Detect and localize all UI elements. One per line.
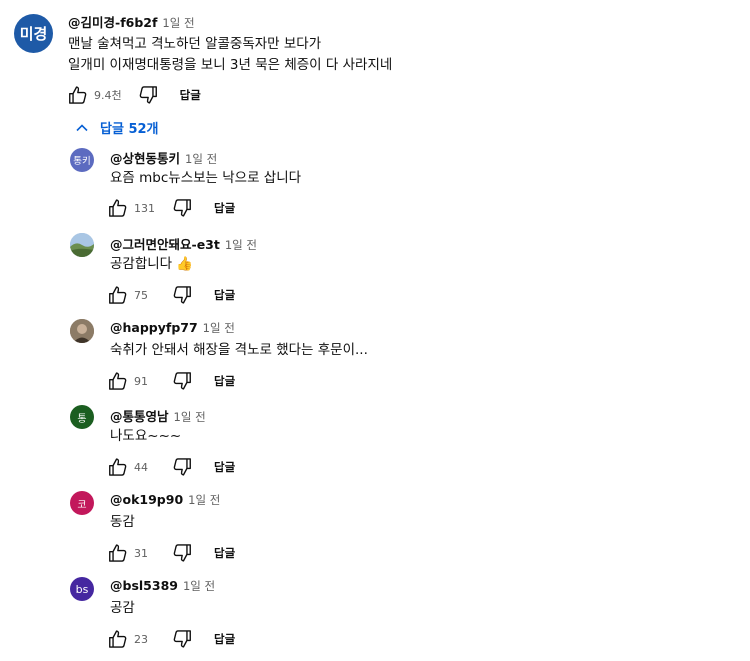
replies-toggle-button[interactable]: 답글 52개 xyxy=(74,118,159,137)
dislike-button[interactable] xyxy=(136,83,160,107)
avatar-initials: 미경 xyxy=(19,25,48,43)
thumb-up-icon xyxy=(107,197,129,219)
avatar-initials: 코 xyxy=(77,499,87,511)
thumb-down-icon xyxy=(137,84,159,106)
reply-button[interactable]: 답글 xyxy=(214,287,235,303)
reply-actions: 44 답글 xyxy=(106,455,235,479)
like-button[interactable] xyxy=(106,196,130,220)
reply-text: 공감 xyxy=(110,600,135,616)
reply-text: 숙취가 안돼서 해장을 격노로 했다는 후문이... xyxy=(110,342,368,358)
thumb-down-icon xyxy=(171,370,193,392)
like-button[interactable] xyxy=(106,627,130,651)
reply-text: 공감합니다 👍 xyxy=(110,256,194,272)
reply-author[interactable]: @통통영남 1일 전 xyxy=(110,406,206,425)
dislike-button[interactable] xyxy=(170,541,194,565)
reply-button[interactable]: 답글 xyxy=(214,200,235,216)
like-count: 23 xyxy=(134,632,148,646)
dislike-button[interactable] xyxy=(170,283,194,307)
avatar[interactable]: 미경 xyxy=(14,14,53,53)
avatar[interactable] xyxy=(70,319,94,343)
like-count: 91 xyxy=(134,374,148,388)
like-count: 44 xyxy=(134,460,148,474)
avatar-initials: bs xyxy=(75,582,89,596)
thumb-down-icon xyxy=(171,542,193,564)
author-handle[interactable]: @그러면안돼요-e3t xyxy=(110,237,220,252)
like-count: 75 xyxy=(134,288,148,302)
reply-actions: 91 답글 xyxy=(106,369,235,393)
reply-time[interactable]: 1일 전 xyxy=(174,410,206,424)
comment-actions: 9.4천 답글 xyxy=(66,83,201,107)
reply-time[interactable]: 1일 전 xyxy=(225,238,257,252)
reply-time[interactable]: 1일 전 xyxy=(203,321,235,335)
comment-text-line: 일개미 이재명대통령을 보니 3년 묵은 체증이 다 사라지네 xyxy=(68,57,393,73)
author-handle[interactable]: @통통영남 xyxy=(110,409,169,424)
reply-author[interactable]: @그러면안돼요-e3t 1일 전 xyxy=(110,234,257,253)
reply-button[interactable]: 답글 xyxy=(214,373,235,389)
author-handle[interactable]: @ok19p90 xyxy=(110,492,183,507)
thumb-up-icon xyxy=(67,84,89,106)
author-handle[interactable]: @happyfp77 xyxy=(110,320,198,335)
avatar[interactable]: 코 xyxy=(70,491,94,515)
reply-button[interactable]: 답글 xyxy=(214,545,235,561)
like-button[interactable] xyxy=(106,369,130,393)
like-count: 9.4천 xyxy=(94,89,122,102)
landscape-photo-avatar xyxy=(70,233,94,257)
replies-toggle-label: 답글 52개 xyxy=(100,122,159,137)
thumb-up-icon xyxy=(107,284,129,306)
reply-button[interactable]: 답글 xyxy=(214,631,235,647)
thumb-down-icon xyxy=(171,284,193,306)
dislike-button[interactable] xyxy=(170,627,194,651)
comment-text-line: 맨날 술쳐먹고 격노하던 알콜중독자만 보다가 xyxy=(68,36,322,52)
reply-author[interactable]: @상현동통키 1일 전 xyxy=(110,148,217,167)
like-button[interactable] xyxy=(106,283,130,307)
reply-author[interactable]: @happyfp77 1일 전 xyxy=(110,320,235,336)
like-count: 31 xyxy=(134,546,148,560)
thumb-up-icon xyxy=(107,628,129,650)
reply-actions: 31 답글 xyxy=(106,541,235,565)
reply-button[interactable]: 답글 xyxy=(214,459,235,475)
reply-text: 동감 xyxy=(110,514,135,530)
portrait-photo-avatar xyxy=(70,319,94,343)
avatar-initials: 통 xyxy=(77,413,87,425)
avatar[interactable]: 통키 xyxy=(70,148,94,172)
dislike-button[interactable] xyxy=(170,196,194,220)
thumb-up-icon xyxy=(107,456,129,478)
thumb-up-icon xyxy=(107,542,129,564)
reply-time[interactable]: 1일 전 xyxy=(183,579,215,593)
comment-author[interactable]: @김미경-f6b2f 1일 전 xyxy=(68,12,195,31)
thumb-up-icon xyxy=(107,370,129,392)
thumb-down-icon xyxy=(171,456,193,478)
reply-author[interactable]: @ok19p90 1일 전 xyxy=(110,492,220,508)
reply-text: 나도요~~~ xyxy=(110,428,182,444)
reply-time[interactable]: 1일 전 xyxy=(185,152,217,166)
avatar-initials: 통키 xyxy=(73,156,91,167)
reply-actions: 131 답글 xyxy=(106,196,235,220)
like-button[interactable] xyxy=(106,455,130,479)
thumb-down-icon xyxy=(171,628,193,650)
dislike-button[interactable] xyxy=(170,369,194,393)
comment-text: 맨날 술쳐먹고 격노하던 알콜중독자만 보다가 일개미 이재명대통령을 보니 3… xyxy=(68,34,392,76)
comment-time[interactable]: 1일 전 xyxy=(162,16,194,30)
avatar[interactable]: bs xyxy=(70,577,94,601)
thumb-down-icon xyxy=(171,197,193,219)
author-handle[interactable]: @김미경-f6b2f xyxy=(68,15,157,30)
reply-button[interactable]: 답글 xyxy=(180,87,201,103)
dislike-button[interactable] xyxy=(170,455,194,479)
chevron-up-icon xyxy=(76,123,88,131)
reply-actions: 23 답글 xyxy=(106,627,235,651)
reply-text: 요즘 mbc뉴스보는 낙으로 삽니다 xyxy=(110,170,302,186)
like-count: 131 xyxy=(134,201,155,215)
author-handle[interactable]: @상현동통키 xyxy=(110,151,180,166)
reply-time[interactable]: 1일 전 xyxy=(188,493,220,507)
like-button[interactable] xyxy=(66,83,90,107)
avatar[interactable]: 통 xyxy=(70,405,94,429)
avatar[interactable] xyxy=(70,233,94,257)
reply-actions: 75 답글 xyxy=(106,283,235,307)
author-handle[interactable]: @bsl5389 xyxy=(110,578,178,593)
reply-author[interactable]: @bsl5389 1일 전 xyxy=(110,578,215,594)
like-button[interactable] xyxy=(106,541,130,565)
